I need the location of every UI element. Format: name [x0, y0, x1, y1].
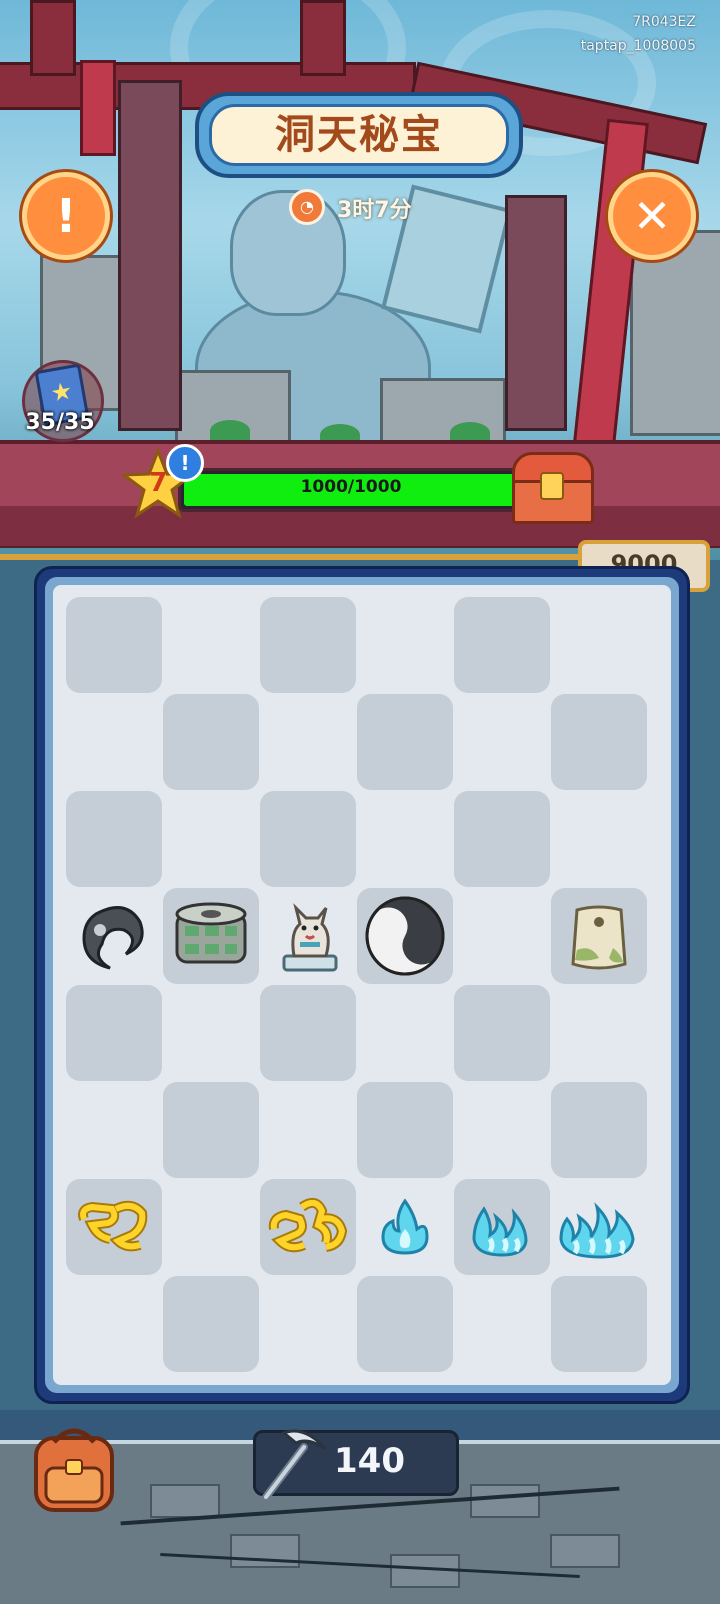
jade-bi-disc-icon[interactable]: [551, 888, 647, 984]
gold-chain-small-icon[interactable]: [66, 1179, 162, 1275]
info-button[interactable]: !: [22, 172, 110, 260]
grid-cell[interactable]: [454, 597, 550, 693]
clock-icon: ◔: [289, 189, 325, 225]
temple-pillar: [118, 80, 182, 431]
dog-statue-icon[interactable]: [260, 888, 356, 984]
yin-yang-icon[interactable]: [357, 888, 453, 984]
grid-cell[interactable]: [260, 597, 356, 693]
grid-cell[interactable]: [66, 985, 162, 1081]
board-grid: [53, 585, 671, 1385]
close-icon: ✕: [632, 189, 672, 243]
grid-cell[interactable]: [163, 1082, 259, 1178]
page-title: 洞天秘宝: [275, 112, 443, 158]
gold-rail: [0, 554, 600, 560]
grid-cell[interactable]: [260, 985, 356, 1081]
grass: [210, 420, 250, 442]
grid-cell[interactable]: [357, 1082, 453, 1178]
grid-cell[interactable]: [66, 791, 162, 887]
chest-lock-icon: [540, 472, 564, 500]
user-id: taptap_1008005: [580, 38, 696, 54]
jade-cong-cylinder-icon[interactable]: [163, 888, 259, 984]
grid-cell[interactable]: [551, 1082, 647, 1178]
grid-cell[interactable]: [163, 694, 259, 790]
roof-beam: [30, 0, 76, 76]
blue-flame-large-icon[interactable]: [551, 1179, 647, 1275]
ruin-wall: [630, 230, 720, 436]
level-alert-badge[interactable]: !: [166, 444, 204, 482]
grid-cell[interactable]: [66, 597, 162, 693]
dig-board: [34, 566, 690, 1404]
grid-cell[interactable]: [551, 1276, 647, 1372]
treasure-chest-button[interactable]: [508, 450, 594, 524]
blue-flame-medium-icon[interactable]: [454, 1179, 550, 1275]
close-button[interactable]: ✕: [608, 172, 696, 260]
blue-flame-small-icon[interactable]: [357, 1179, 453, 1275]
progress-bar: 1000/1000: [178, 468, 524, 512]
progress-text: 1000/1000: [300, 477, 402, 497]
grid-cell[interactable]: [357, 1276, 453, 1372]
timer-text: 3时7分: [337, 198, 412, 223]
red-cloth: [80, 60, 116, 156]
grid-cell[interactable]: [454, 791, 550, 887]
grid-cell[interactable]: [163, 1276, 259, 1372]
grid-cell[interactable]: [454, 985, 550, 1081]
grid-cell[interactable]: [260, 791, 356, 887]
device-code: 7R043EZ: [632, 14, 696, 30]
gold-chain-large-icon[interactable]: [260, 1179, 356, 1275]
grid-cell[interactable]: [357, 694, 453, 790]
collection-count: 35/35: [25, 410, 95, 435]
title-plaque: 洞天秘宝: [195, 92, 523, 178]
pickaxe-icon: [262, 1429, 328, 1501]
pickaxe-count: 140: [334, 1441, 405, 1481]
temple-pillar: [505, 195, 567, 431]
roof-beam: [300, 0, 346, 76]
backpack-button[interactable]: [24, 1420, 124, 1516]
grid-cell[interactable]: [551, 694, 647, 790]
exclamation-icon: !: [55, 189, 77, 243]
pickaxe-counter: 140: [253, 1429, 459, 1501]
event-timer: ◔ 3时7分: [285, 185, 425, 225]
dark-yin-yang-half-icon[interactable]: [66, 888, 162, 984]
